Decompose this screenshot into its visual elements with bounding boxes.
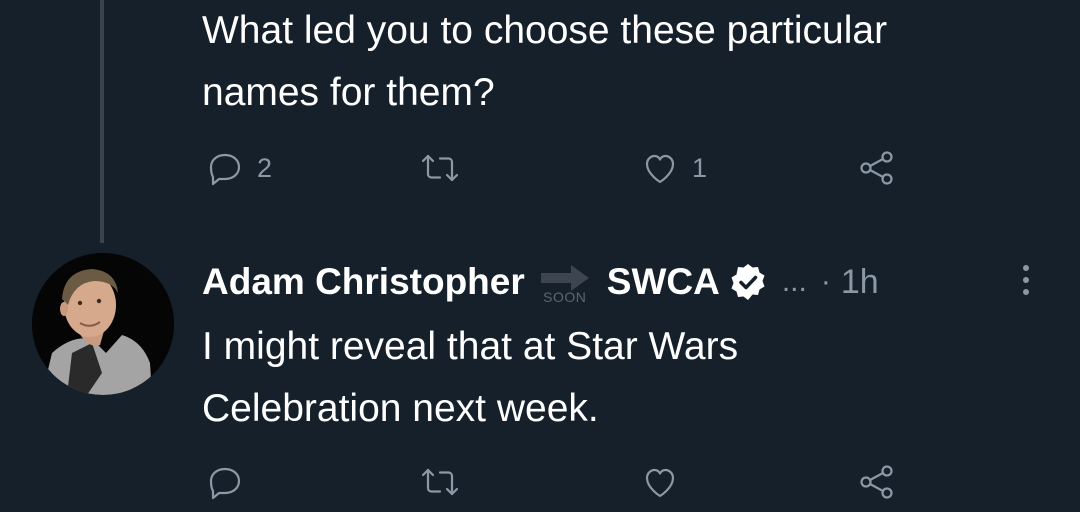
soon-badge-label: SOON bbox=[543, 289, 587, 305]
previous-tweet-text: What led you to choose these particular … bbox=[202, 0, 887, 124]
reply-icon bbox=[209, 467, 241, 500]
tweet-header: Adam Christopher SOON SWCA ... · 1h bbox=[202, 252, 1062, 312]
thread-connector-line bbox=[100, 0, 104, 243]
retweet-button[interactable] bbox=[418, 457, 472, 507]
tweet-actions bbox=[0, 457, 1080, 507]
previous-reply-count: 2 bbox=[257, 152, 273, 183]
meta-separator: · bbox=[820, 265, 831, 298]
author-name[interactable]: Adam Christopher bbox=[202, 261, 525, 303]
name-truncation: ... bbox=[781, 265, 807, 298]
previous-tweet-line-2: names for them? bbox=[202, 71, 495, 114]
previous-retweet-button[interactable] bbox=[418, 143, 472, 193]
more-options-button[interactable] bbox=[1016, 262, 1036, 298]
tweet-text: I might reveal that at Star Wars Celebra… bbox=[202, 316, 738, 440]
retweet-icon bbox=[421, 154, 459, 182]
more-options-icon bbox=[1023, 265, 1029, 295]
tweet-text-line-1: I might reveal that at Star Wars bbox=[202, 325, 739, 368]
previous-like-count: 1 bbox=[692, 152, 708, 183]
verified-badge-icon bbox=[728, 262, 768, 302]
avatar-photo bbox=[32, 253, 174, 395]
share-icon bbox=[860, 465, 893, 499]
previous-tweet-line-1: What led you to choose these particular bbox=[202, 9, 888, 52]
tweet-text-line-2: Celebration next week. bbox=[202, 387, 599, 430]
share-button[interactable] bbox=[855, 457, 899, 507]
share-icon bbox=[860, 151, 893, 185]
tweet-thread: What led you to choose these particular … bbox=[0, 0, 1080, 512]
reply-icon bbox=[209, 153, 241, 186]
soon-badge: SOON bbox=[537, 257, 593, 307]
like-button[interactable] bbox=[638, 457, 692, 507]
heart-icon bbox=[645, 154, 675, 184]
avatar[interactable] bbox=[32, 253, 174, 395]
previous-reply-button[interactable]: 2 bbox=[203, 143, 272, 193]
heart-icon bbox=[645, 468, 675, 498]
reply-button[interactable] bbox=[203, 457, 257, 507]
timestamp[interactable]: 1h bbox=[841, 263, 879, 302]
previous-tweet-actions: 2 1 bbox=[0, 143, 1080, 193]
retweet-icon bbox=[421, 468, 459, 496]
previous-like-button[interactable]: 1 bbox=[638, 143, 707, 193]
previous-share-button[interactable] bbox=[855, 143, 899, 193]
author-name-suffix[interactable]: SWCA bbox=[607, 261, 720, 303]
